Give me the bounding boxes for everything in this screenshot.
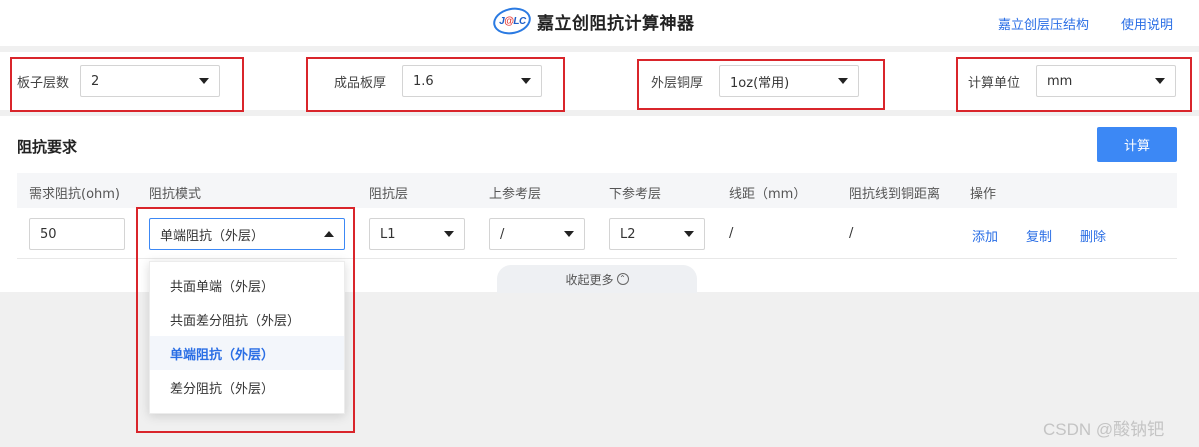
- caret-down-icon: [838, 78, 849, 84]
- col-mode: 阻抗模式: [149, 187, 202, 202]
- caret-down-icon: [521, 78, 532, 84]
- layer-value: L1: [380, 226, 396, 242]
- collapse-label: 收起更多: [565, 272, 614, 287]
- delete-row-link[interactable]: 删除: [1080, 226, 1106, 245]
- layers-field: 板子层数 2: [17, 52, 221, 110]
- caret-down-icon: [1155, 78, 1166, 84]
- col-bottom-ref: 下参考层: [609, 187, 662, 202]
- col-layer: 阻抗层: [369, 187, 409, 202]
- copper-value: 1oz(常用): [730, 75, 790, 91]
- top-ref-select[interactable]: /: [489, 218, 585, 250]
- spacing-value: /: [729, 226, 734, 241]
- section-title: 阻抗要求: [17, 138, 78, 156]
- mode-value: 单端阻抗（外层）: [160, 228, 265, 244]
- board-settings-bar: 板子层数 2 成品板厚 1.6 外层铜厚 1oz(常用) 计算单位 mm: [0, 52, 1199, 110]
- layers-select[interactable]: 2: [80, 65, 221, 97]
- watermark: CSDN @酸钠钯: [1043, 420, 1165, 439]
- bottom-ref-value: L2: [620, 226, 636, 242]
- caret-down-icon: [444, 231, 454, 237]
- layers-value: 2: [91, 73, 100, 89]
- chevron-up-circle-icon: ⌃: [616, 273, 629, 285]
- dropdown-option-coplanar-single[interactable]: 共面单端（外层）: [150, 268, 344, 302]
- app-logo: J@LC 嘉立创阻抗计算神器: [490, 4, 695, 38]
- help-link[interactable]: 使用说明: [1121, 14, 1173, 33]
- copper-select[interactable]: 1oz(常用): [719, 65, 860, 97]
- caret-down-icon: [684, 231, 694, 237]
- add-row-link[interactable]: 添加: [972, 226, 998, 245]
- thickness-field: 成品板厚 1.6: [334, 52, 543, 110]
- dropdown-option-coplanar-diff[interactable]: 共面差分阻抗（外层）: [150, 302, 344, 336]
- logo-mark-text: J@LC: [498, 15, 526, 27]
- copy-row-link[interactable]: 复制: [1026, 226, 1052, 245]
- col-impedance: 需求阻抗(ohm): [29, 187, 121, 202]
- bottom-ref-select[interactable]: L2: [609, 218, 705, 250]
- col-actions: 操作: [970, 187, 997, 202]
- top-ref-value: /: [500, 226, 505, 242]
- thickness-select[interactable]: 1.6: [402, 65, 543, 97]
- copper-field: 外层铜厚 1oz(常用): [651, 52, 860, 110]
- caret-down-icon: [564, 231, 574, 237]
- caret-up-icon: [324, 231, 334, 237]
- unit-select[interactable]: mm: [1036, 65, 1177, 97]
- thickness-label: 成品板厚: [334, 75, 387, 91]
- stackup-link[interactable]: 嘉立创层压结构: [998, 14, 1089, 33]
- table-header: 需求阻抗(ohm) 阻抗模式 阻抗层 上参考层 下参考层 线距（mm） 阻抗线到…: [17, 173, 1177, 208]
- caret-down-icon: [199, 78, 210, 84]
- jlc-logo-icon: J@LC: [490, 4, 534, 38]
- layer-select[interactable]: L1: [369, 218, 465, 250]
- calculate-button[interactable]: 计算: [1097, 127, 1177, 162]
- col-copper-distance: 阻抗线到铜距离: [849, 187, 941, 202]
- layers-label: 板子层数: [17, 75, 70, 91]
- copper-label: 外层铜厚: [651, 75, 704, 91]
- table-row: 50 单端阻抗（外层） L1 / L2 / / 添加 复制 删除: [17, 208, 1177, 259]
- app-title: 嘉立创阻抗计算神器: [537, 13, 695, 34]
- collapse-more-toggle[interactable]: 收起更多 ⌃: [497, 265, 697, 293]
- dropdown-option-single-ended[interactable]: 单端阻抗（外层）: [150, 336, 344, 370]
- col-top-ref: 上参考层: [489, 187, 542, 202]
- app-header: J@LC 嘉立创阻抗计算神器 嘉立创层压结构 使用说明: [0, 0, 1199, 46]
- unit-field: 计算单位 mm: [968, 52, 1177, 110]
- thickness-value: 1.6: [413, 73, 434, 89]
- mode-dropdown-menu: 共面单端（外层） 共面差分阻抗（外层） 单端阻抗（外层） 差分阻抗（外层）: [149, 261, 345, 414]
- unit-label: 计算单位: [968, 75, 1021, 91]
- impedance-input[interactable]: 50: [29, 218, 125, 250]
- copper-distance-value: /: [849, 226, 854, 241]
- col-spacing: 线距（mm）: [729, 187, 807, 202]
- dropdown-option-differential[interactable]: 差分阻抗（外层）: [150, 370, 344, 404]
- mode-select[interactable]: 单端阻抗（外层）: [149, 218, 345, 250]
- unit-value: mm: [1047, 73, 1073, 89]
